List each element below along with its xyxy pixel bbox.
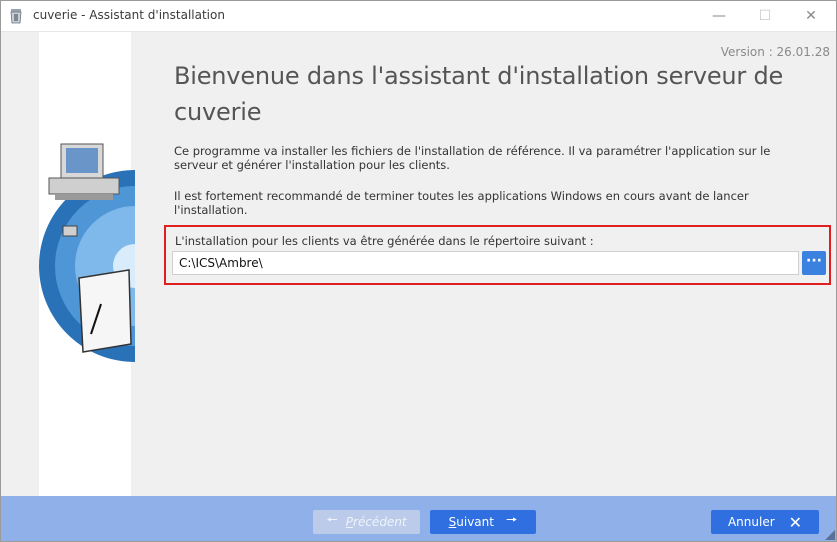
browse-button[interactable]: ···: [802, 251, 826, 275]
cancel-button[interactable]: Annuler ✕: [711, 510, 819, 534]
cancel-label: Annuler: [727, 515, 775, 529]
page-title: Bienvenue dans l'assistant d'installatio…: [174, 62, 784, 126]
previous-label-rest: récédent: [353, 515, 407, 529]
footer-bar: 🠔 Précédent Suivant 🠖 Annuler ✕: [1, 496, 836, 541]
side-banner: [1, 32, 161, 496]
version-label: Version : 26.01.28: [720, 45, 830, 59]
computer-cd-illustration: [39, 143, 135, 362]
maximize-button[interactable]: ☐: [742, 1, 788, 31]
previous-mnemonic: P: [345, 515, 354, 529]
installer-window: cuverie - Assistant d'installation — ☐ ✕…: [0, 0, 837, 542]
next-button[interactable]: Suivant 🠖: [430, 510, 536, 534]
intro-paragraph: Ce programme va installer les fichiers d…: [174, 144, 771, 172]
next-label-rest: uivant: [456, 515, 494, 529]
minimize-button[interactable]: —: [696, 1, 742, 31]
next-label: Suivant: [449, 515, 494, 529]
title-bar: cuverie - Assistant d'installation — ☐ ✕: [1, 1, 836, 32]
directory-input[interactable]: [172, 251, 799, 275]
previous-label: Précédent: [346, 515, 407, 529]
directory-label: L'installation pour les clients va être …: [175, 234, 594, 248]
window-title: cuverie - Assistant d'installation: [33, 8, 225, 22]
close-button[interactable]: ✕: [788, 1, 834, 31]
app-icon: [10, 9, 22, 24]
main-content: Version : 26.01.28 Bienvenue dans l'assi…: [161, 32, 836, 496]
arrow-left-icon: 🠔: [326, 513, 338, 528]
warning-paragraph: Il est fortement recommandé de terminer …: [174, 189, 749, 217]
directory-section: L'installation pour les clients va être …: [164, 225, 831, 285]
arrow-right-icon: 🠖: [505, 513, 518, 528]
previous-button[interactable]: 🠔 Précédent: [313, 510, 420, 534]
resize-grip-icon[interactable]: [825, 530, 835, 540]
close-icon: ✕: [788, 512, 803, 532]
